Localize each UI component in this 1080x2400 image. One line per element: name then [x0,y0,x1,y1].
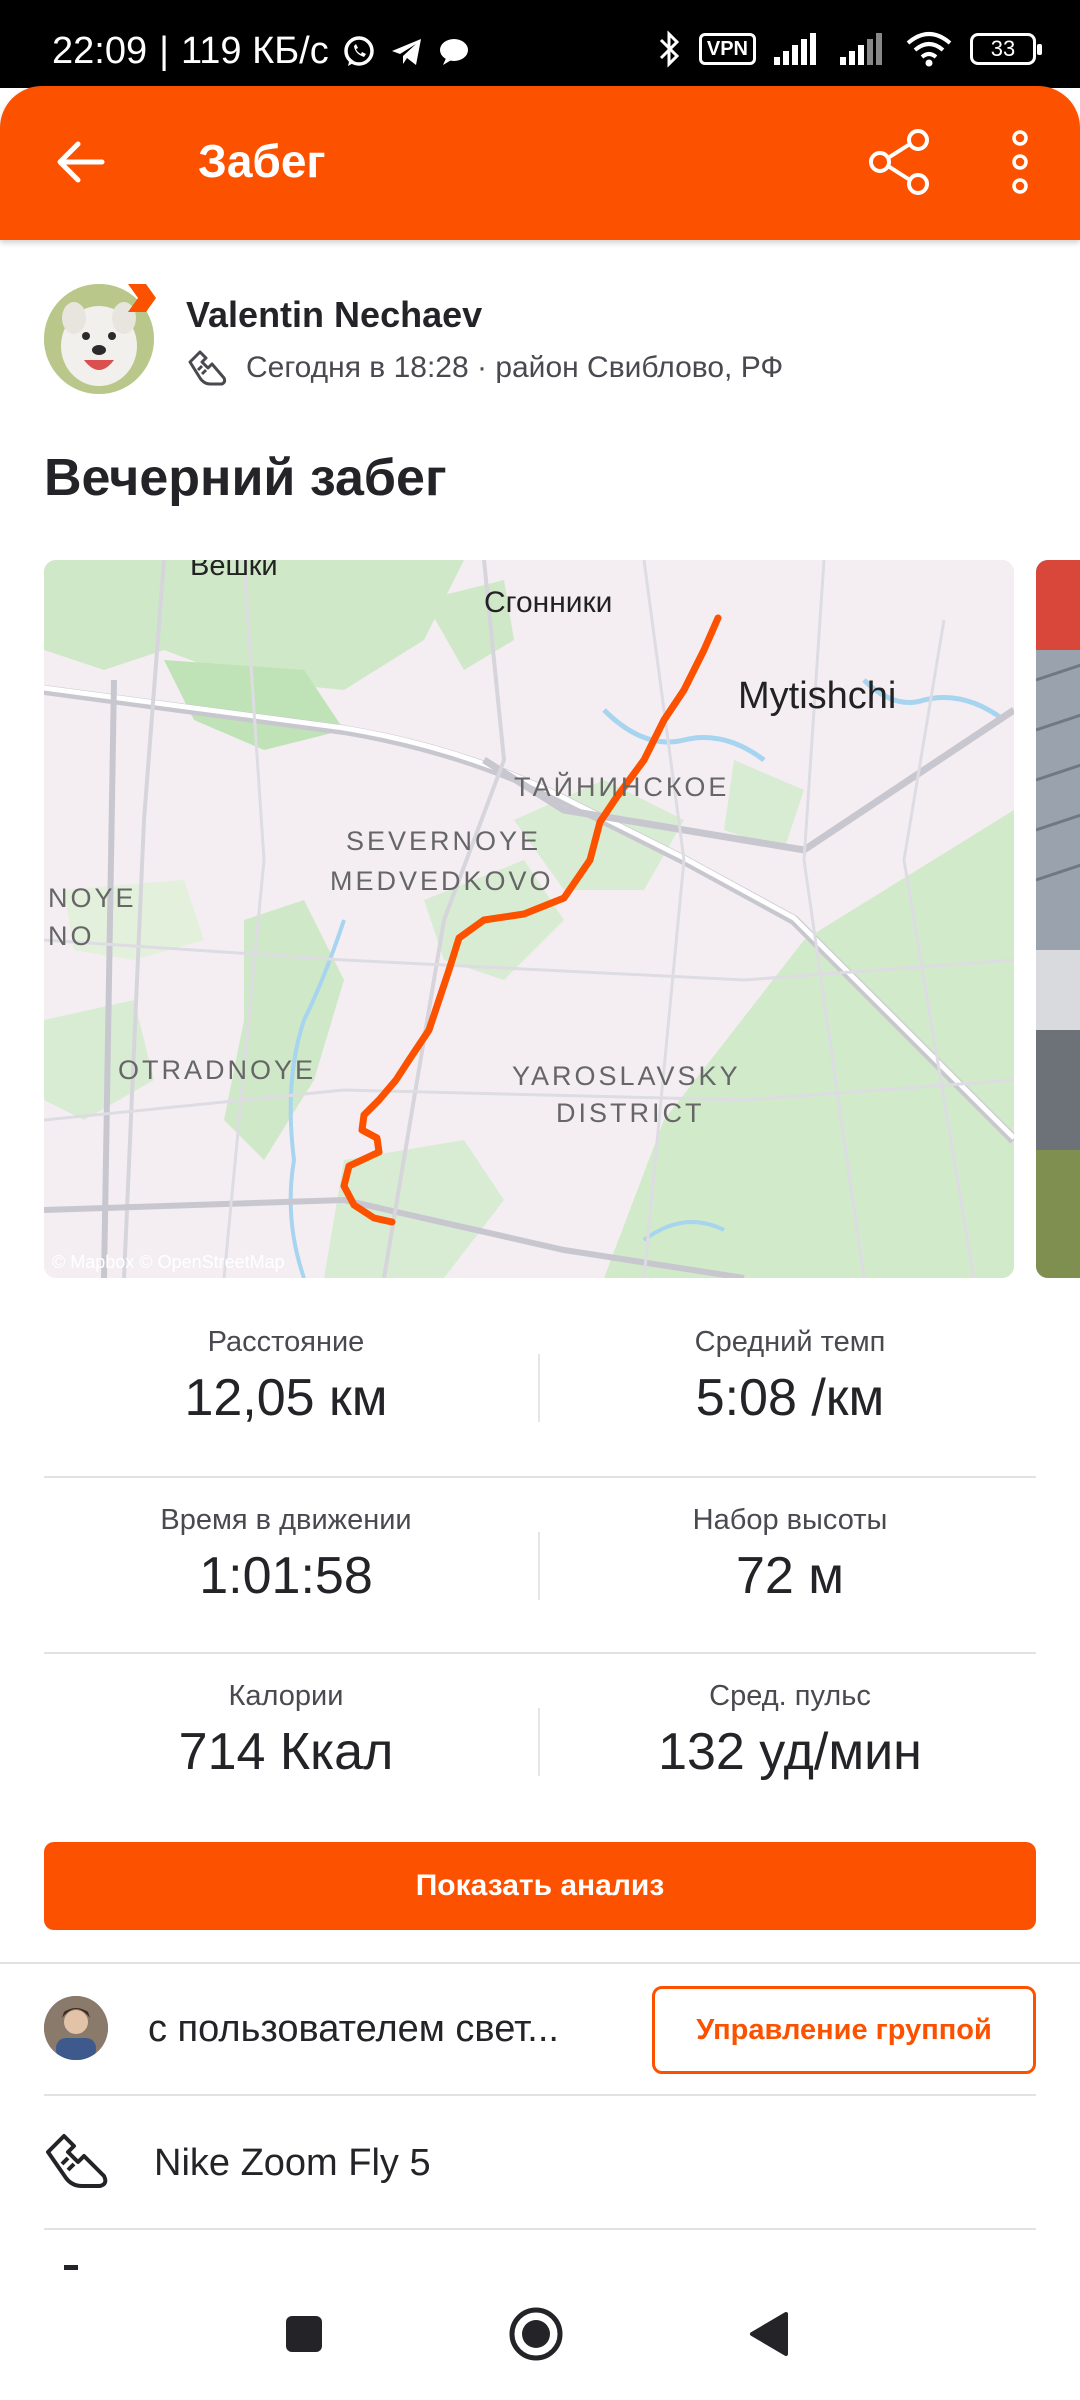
square-icon [286,2316,322,2352]
map-attribution: © Mapbox © OpenStreetMap [52,1252,285,1272]
map-label-noye: NOYE [48,883,137,913]
stat-pace-label: Средний темп [694,1326,886,1358]
triangle-back-icon [750,2312,788,2356]
status-time: 22:09 [52,30,148,72]
back-button[interactable] [48,130,112,194]
stats-divider [44,1652,1036,1654]
stat-heart-rate-label: Сред. пульс [709,1680,871,1712]
wifi-icon [906,31,952,67]
row-divider [44,2094,1036,2096]
manage-group-button[interactable]: Управление группой [652,1986,1036,2074]
telegram-icon [389,34,425,70]
whatsapp-icon [341,34,377,70]
activity-meta: Сегодня в 18:28 · район Свиблово, РФ [186,348,783,388]
circle-home-icon [509,2307,563,2361]
map-label-no: NO [48,921,95,951]
network-speed: 119 КБ/с [180,30,329,72]
stat-divider [538,1354,540,1422]
vpn-icon: VPN [698,33,756,65]
stat-elevation-label: Набор высоты [692,1504,888,1536]
stat-calories-label: Калории [228,1680,344,1712]
stat-divider [538,1708,540,1776]
map-label-severnoye: SEVERNOYE [346,826,541,856]
stat-pace-value: 5:08 /км [695,1369,885,1427]
stat-divider [538,1532,540,1600]
activity-date-location: Сегодня в 18:28 · район Свиблово, РФ [246,351,784,384]
group-activity-text[interactable]: с пользователем свет... [148,2008,618,2051]
running-shoe-icon [188,350,227,386]
more-vertical-icon [1012,130,1028,194]
arrow-left-icon [57,141,105,183]
signal-icon [774,33,822,65]
back-nav-button[interactable] [728,2294,808,2374]
page-title: Забег [198,135,326,187]
bluetooth-icon [657,30,681,68]
signal-2-icon [840,33,888,65]
route-map[interactable]: Вешки Сгонники Mytishchi ТАЙНИНСКОЕ SEVE… [44,560,1014,1278]
home-button[interactable] [496,2294,576,2374]
system-nav-bar [0,2270,1080,2400]
chat-icon [437,35,471,69]
activity-photo-thumbnail[interactable] [1036,560,1080,1278]
stats-divider [44,1476,1036,1478]
more-options-button[interactable] [996,124,1044,200]
map-label-district: DISTRICT [556,1098,705,1128]
battery-icon: 33 [970,33,1042,65]
gear-name[interactable]: Nike Zoom Fly 5 [154,2142,431,2185]
stat-moving-time-label: Время в движении [160,1504,412,1536]
status-separator: | [159,30,169,72]
stat-elevation-value: 72 м [735,1547,845,1605]
map-label-tayninskoye: ТАЙНИНСКОЕ [514,771,729,802]
map-label-medvedkovo: MEDVEDKOVO [330,866,554,896]
share-button[interactable] [862,124,938,200]
map-label-mytishchi: Mytishchi [738,675,896,717]
subscriber-badge-icon [124,280,160,316]
shoe-icon [42,2130,112,2194]
athlete-name[interactable]: Valentin Nechaev [186,294,482,336]
map-label-sgonniki: Сгонники [484,586,612,619]
status-bar: 22:09 | 119 КБ/с VPN 33 [0,0,1080,88]
section-divider [0,1962,1080,1964]
stat-heart-rate-value: 132 уд/мин [658,1723,922,1781]
stat-distance-label: Расстояние [207,1326,365,1358]
stat-distance-value: 12,05 км [184,1369,388,1427]
stat-moving-time-value: 1:01:58 [199,1547,373,1605]
app-bar: Забег [0,86,1080,240]
status-left: 22:09 | 119 КБ/с [52,30,471,73]
share-icon [869,129,929,195]
map-label-yaroslavsky: YAROSLAVSKY [512,1061,741,1091]
row-divider [44,2228,1036,2230]
map-label-otradnoye: OTRADNOYE [118,1055,316,1085]
group-member-avatar[interactable] [44,1996,108,2060]
map-label-veshki: Вешки [190,560,278,582]
status-right: VPN 33 [657,30,1042,68]
show-analysis-button[interactable]: Показать анализ [44,1842,1036,1930]
activity-title: Вечерний забег [44,449,447,507]
recent-apps-button[interactable] [264,2294,344,2374]
stat-calories-value: 714 Ккал [178,1723,394,1781]
